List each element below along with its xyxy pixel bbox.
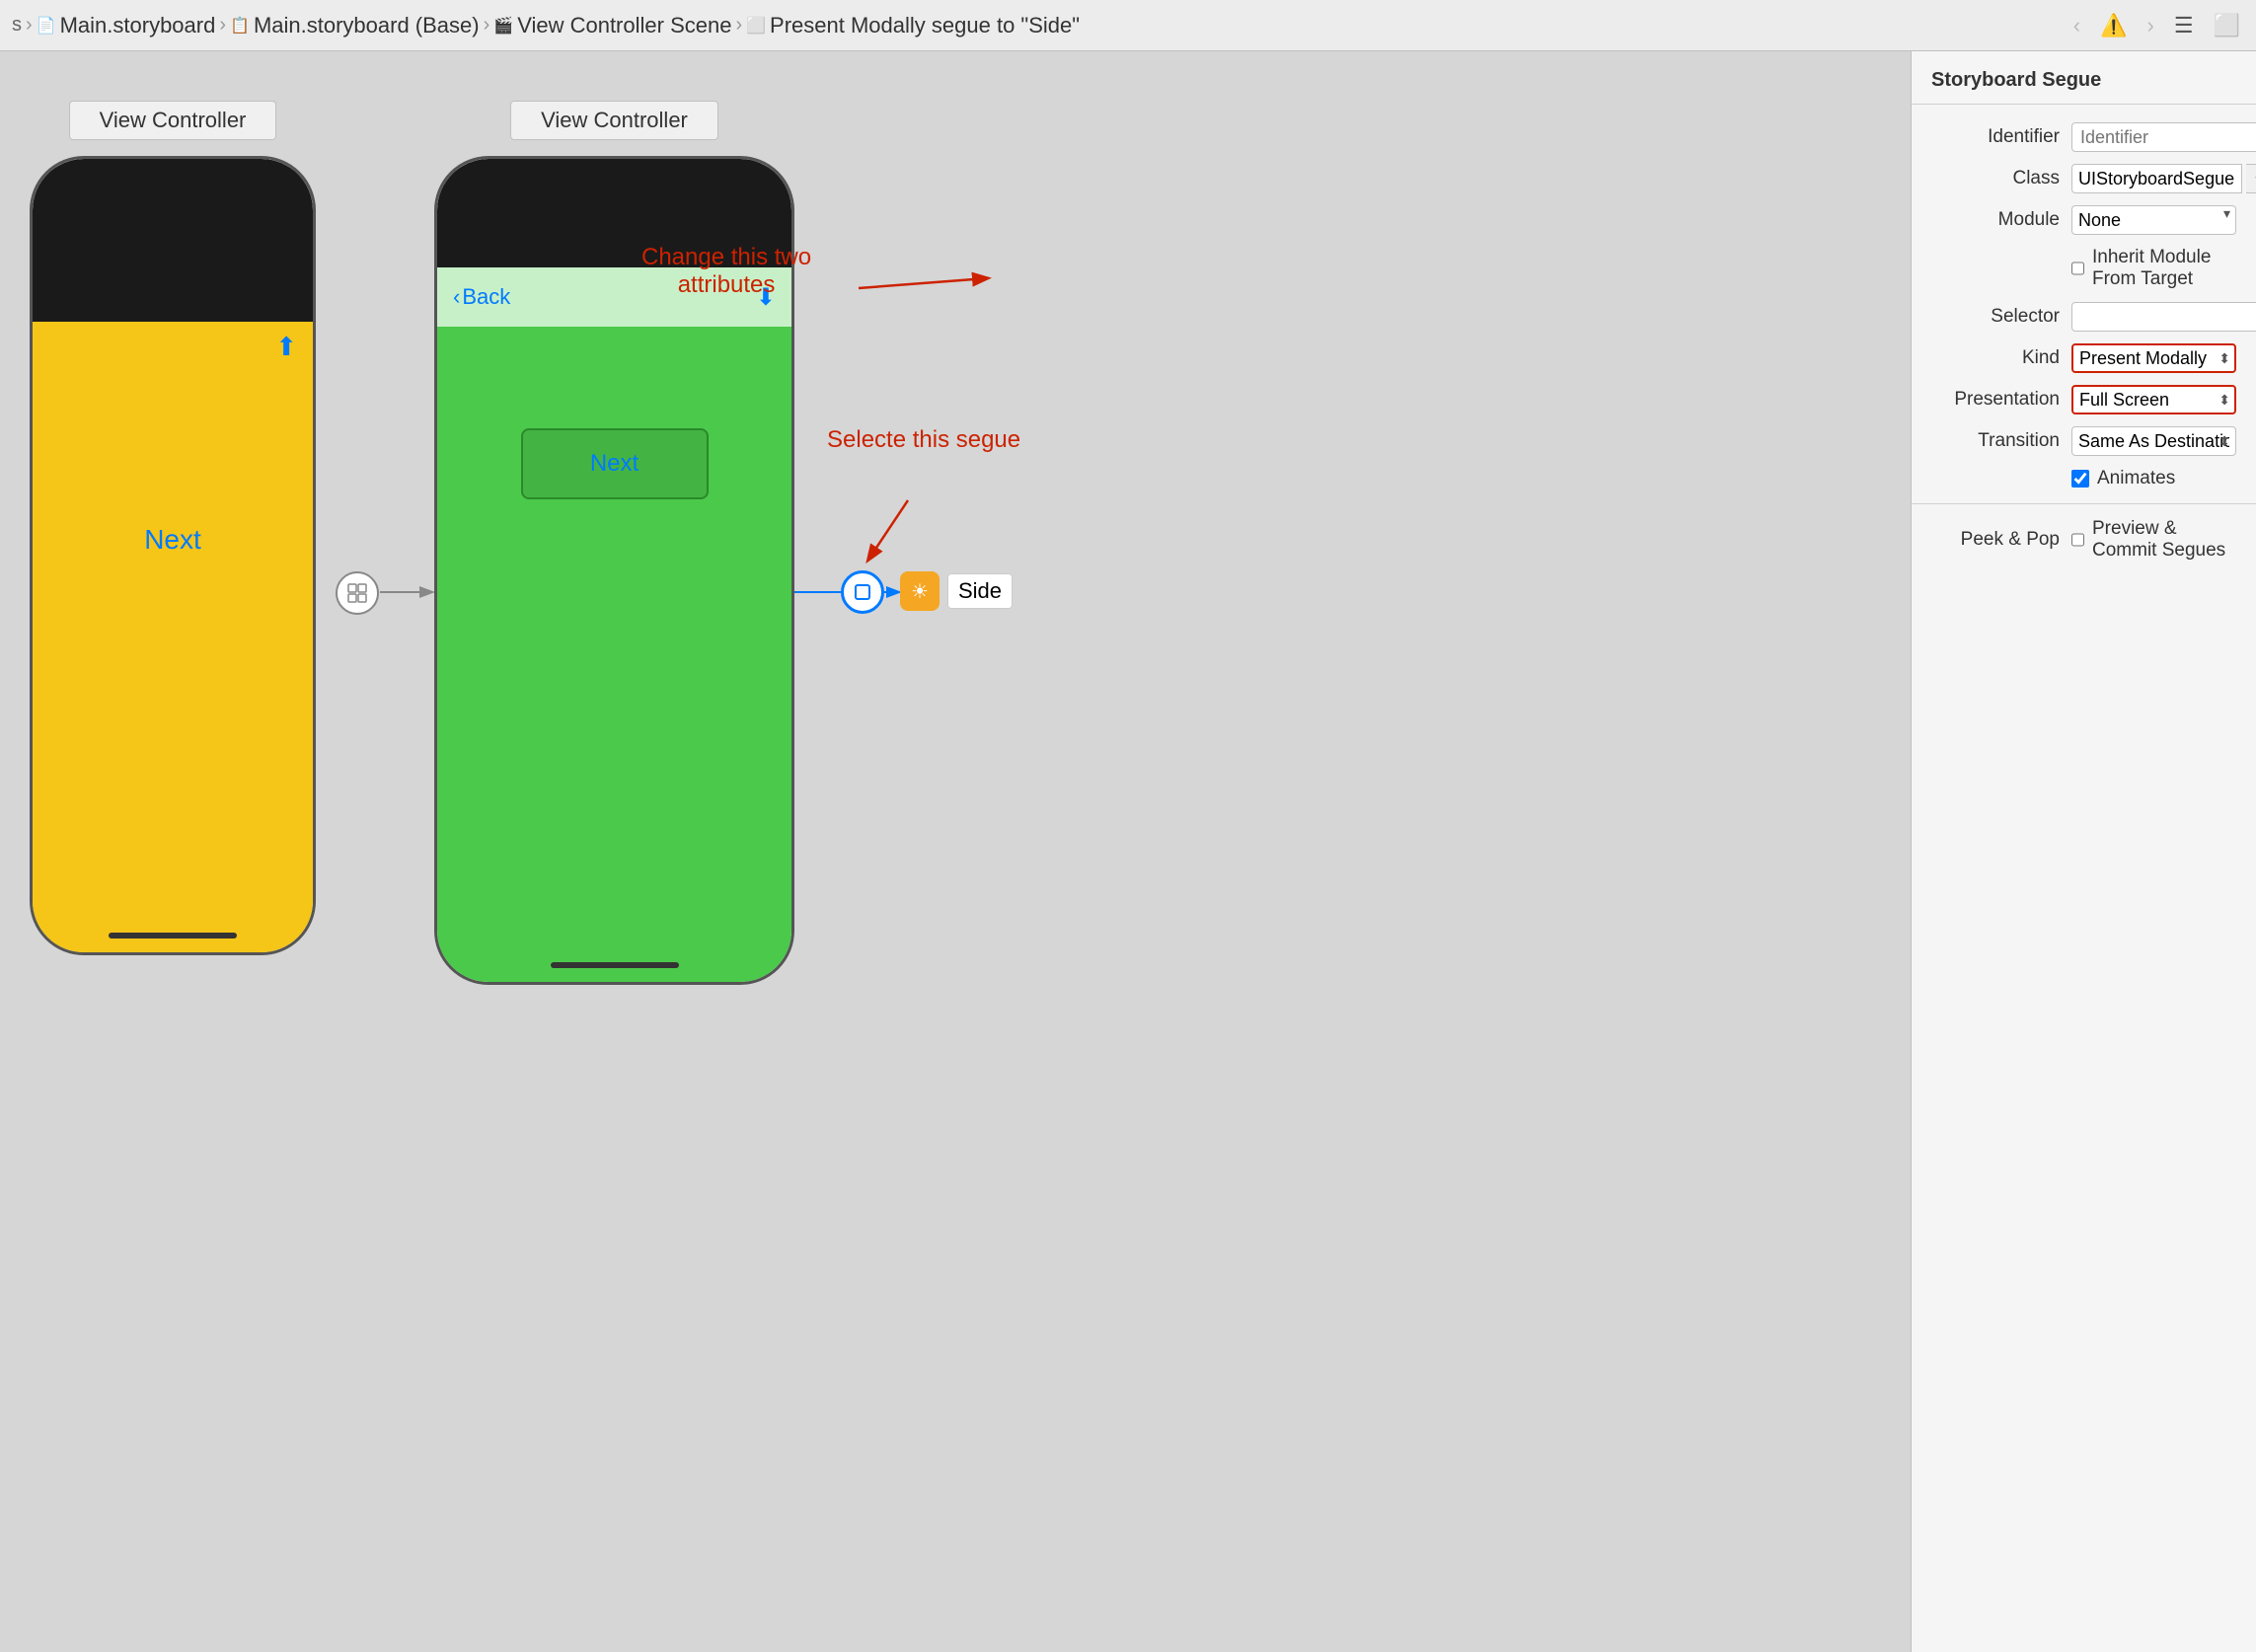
side-node: ☀ Side bbox=[900, 571, 1013, 611]
selector-row: Selector bbox=[1912, 296, 2256, 338]
peek-row: Peek & Pop Preview & Commit Segues bbox=[1912, 512, 2256, 567]
peek-checkbox[interactable] bbox=[2071, 531, 2084, 549]
layout-button[interactable]: ⬜ bbox=[2210, 9, 2244, 42]
segue-node-wrap bbox=[841, 570, 884, 614]
vc1-next-label: Next bbox=[144, 524, 201, 556]
vc1-title: View Controller bbox=[69, 101, 277, 140]
toolbar: s › 📄 Main.storyboard › 📋 Main.storyboar… bbox=[0, 0, 2256, 51]
inspector-title: Storyboard Segue bbox=[1912, 51, 2256, 105]
identifier-input[interactable] bbox=[2071, 122, 2256, 152]
segue-node[interactable] bbox=[841, 570, 884, 614]
warning-button[interactable]: ⚠️ bbox=[2096, 9, 2131, 42]
animates-row: Animates bbox=[1912, 462, 2256, 495]
share-icon: ⬆ bbox=[275, 332, 297, 362]
peek-label: Peek & Pop bbox=[1931, 529, 2060, 551]
breadcrumb-item-1[interactable]: s bbox=[12, 14, 22, 37]
presentation-label: Presentation bbox=[1931, 389, 2060, 411]
transition-label: Transition bbox=[1931, 430, 2060, 452]
animates-label: Animates bbox=[2097, 468, 2175, 489]
annotation-change: Change this two attributes bbox=[641, 244, 811, 299]
canvas-area[interactable]: View Controller ⬆ Next bbox=[0, 51, 1911, 1652]
side-icon: ☀ bbox=[900, 571, 940, 611]
inspector-panel: Storyboard Segue Identifier Class UIStor… bbox=[1911, 51, 2256, 1652]
vc1-phone: ⬆ Next bbox=[30, 156, 316, 955]
class-plus-btn[interactable]: + bbox=[2246, 164, 2256, 193]
breadcrumb-item-2[interactable]: 📄 Main.storyboard bbox=[37, 13, 216, 38]
breadcrumb-sep-3: › bbox=[484, 14, 490, 37]
vc2-title: View Controller bbox=[510, 101, 718, 140]
breadcrumb: s › 📄 Main.storyboard › 📋 Main.storyboar… bbox=[12, 13, 1080, 38]
breadcrumb-item-5[interactable]: ⬜ Present Modally segue to "Side" bbox=[746, 13, 1080, 38]
class-label: Class bbox=[1931, 168, 2060, 189]
inspector-body: Identifier Class UIStoryboardSegue + ▾ M… bbox=[1912, 105, 2256, 1652]
back-chevron-icon: ‹ bbox=[453, 284, 460, 310]
scene-icon: 🎬 bbox=[493, 16, 513, 36]
kind-label: Kind bbox=[1931, 347, 2060, 369]
storyboard-base-icon: 📋 bbox=[230, 16, 250, 36]
peek-checkbox-label: Preview & Commit Segues bbox=[2092, 518, 2236, 562]
inherit-label: Inherit Module From Target bbox=[2092, 247, 2236, 290]
selector-input[interactable] bbox=[2071, 302, 2256, 332]
inherit-row: Inherit Module From Target bbox=[1912, 241, 2256, 296]
annotation-select: Selecte this segue bbox=[827, 426, 1020, 454]
main-area: View Controller ⬆ Next bbox=[0, 51, 2256, 1652]
vc2-body bbox=[437, 327, 791, 982]
module-row: Module None ▾ bbox=[1912, 199, 2256, 241]
inspector-divider bbox=[1912, 503, 2256, 504]
transition-select-wrap: Same As Destination Cover Vertical Flip … bbox=[2071, 426, 2236, 456]
vc2-home-bar bbox=[551, 962, 679, 968]
toolbar-right: ‹ ⚠️ › ☰ ⬜ bbox=[2069, 9, 2244, 42]
identifier-label: Identifier bbox=[1931, 126, 2060, 148]
vc2-next-btn[interactable]: Next bbox=[521, 428, 709, 499]
kind-select[interactable]: Present Modally Show Show Detail Present… bbox=[2071, 343, 2236, 373]
grid-node-area bbox=[336, 571, 379, 615]
back-label: Back bbox=[462, 284, 510, 310]
module-wrap: None ▾ bbox=[2071, 205, 2236, 235]
transition-row: Transition Same As Destination Cover Ver… bbox=[1912, 420, 2256, 462]
presentation-row: Presentation Full Screen Current Context… bbox=[1912, 379, 2256, 420]
animates-checkbox[interactable] bbox=[2071, 470, 2089, 488]
presentation-select-wrap: Full Screen Current Context Custom Over … bbox=[2071, 385, 2236, 414]
grid-node[interactable] bbox=[336, 571, 379, 615]
vc1-panel: View Controller ⬆ Next bbox=[30, 101, 316, 955]
vc1-body bbox=[33, 322, 313, 952]
class-select[interactable]: UIStoryboardSegue bbox=[2071, 164, 2242, 193]
segue-icon: ⬜ bbox=[746, 16, 766, 36]
class-wrap: UIStoryboardSegue + ▾ bbox=[2071, 164, 2256, 193]
breadcrumb-sep-4: › bbox=[735, 14, 742, 37]
transition-select[interactable]: Same As Destination Cover Vertical Flip … bbox=[2071, 426, 2236, 456]
forward-button[interactable]: › bbox=[2143, 9, 2158, 42]
presentation-select[interactable]: Full Screen Current Context Custom Over … bbox=[2071, 385, 2236, 414]
side-label: Side bbox=[947, 573, 1013, 609]
kind-select-wrap: Present Modally Show Show Detail Present… bbox=[2071, 343, 2236, 373]
vc2-panel: View Controller ‹ Back ⬇ Next bbox=[434, 101, 794, 985]
breadcrumb-sep-2: › bbox=[219, 14, 226, 37]
module-label: Module bbox=[1931, 209, 2060, 231]
breadcrumb-sep-1: › bbox=[26, 14, 33, 37]
vc1-top bbox=[33, 159, 313, 322]
breadcrumb-item-4[interactable]: 🎬 View Controller Scene bbox=[493, 13, 731, 38]
module-select[interactable]: None bbox=[2071, 205, 2236, 235]
breadcrumb-item-3[interactable]: 📋 Main.storyboard (Base) bbox=[230, 13, 480, 38]
identifier-row: Identifier bbox=[1912, 116, 2256, 158]
list-button[interactable]: ☰ bbox=[2170, 9, 2198, 42]
storyboard-icon: 📄 bbox=[37, 16, 56, 36]
back-button[interactable]: ‹ bbox=[2069, 9, 2084, 42]
selector-label: Selector bbox=[1931, 306, 2060, 328]
inherit-checkbox[interactable] bbox=[2071, 260, 2084, 277]
class-row: Class UIStoryboardSegue + ▾ bbox=[1912, 158, 2256, 199]
kind-row: Kind Present Modally Show Show Detail Pr… bbox=[1912, 338, 2256, 379]
vc1-home-bar bbox=[109, 933, 237, 939]
